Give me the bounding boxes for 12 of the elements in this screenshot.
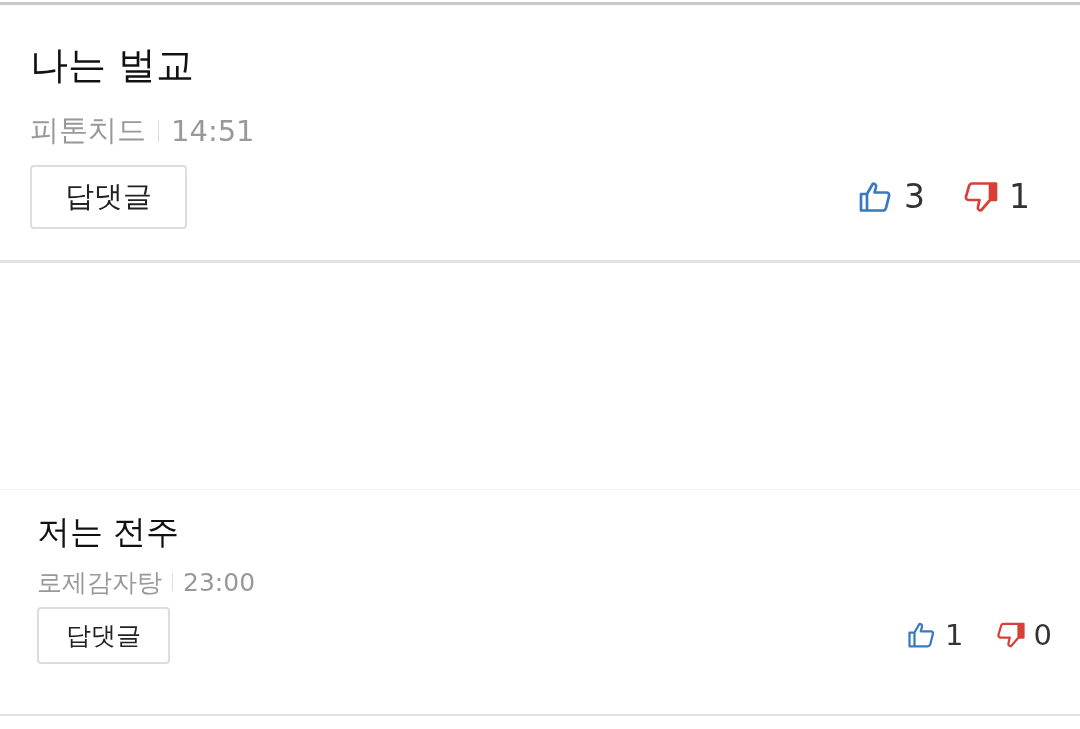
like-count: 3 bbox=[904, 177, 925, 217]
author-name: 로제감자탕 bbox=[37, 566, 162, 599]
comment-text: 나는 벌교 bbox=[30, 43, 196, 89]
reply-button[interactable]: 답댓글 bbox=[30, 164, 187, 229]
comment-time: 14:51 bbox=[171, 113, 255, 148]
author-name: 피톤치드 bbox=[30, 111, 146, 149]
comment-time: 23:00 bbox=[183, 567, 256, 597]
like-count: 1 bbox=[945, 618, 964, 653]
dislike-count: 0 bbox=[1033, 618, 1052, 653]
reply-button[interactable]: 답댓글 bbox=[37, 606, 170, 664]
comment-text: 저는 전주 bbox=[37, 512, 181, 552]
dislike-count: 1 bbox=[1009, 177, 1030, 217]
